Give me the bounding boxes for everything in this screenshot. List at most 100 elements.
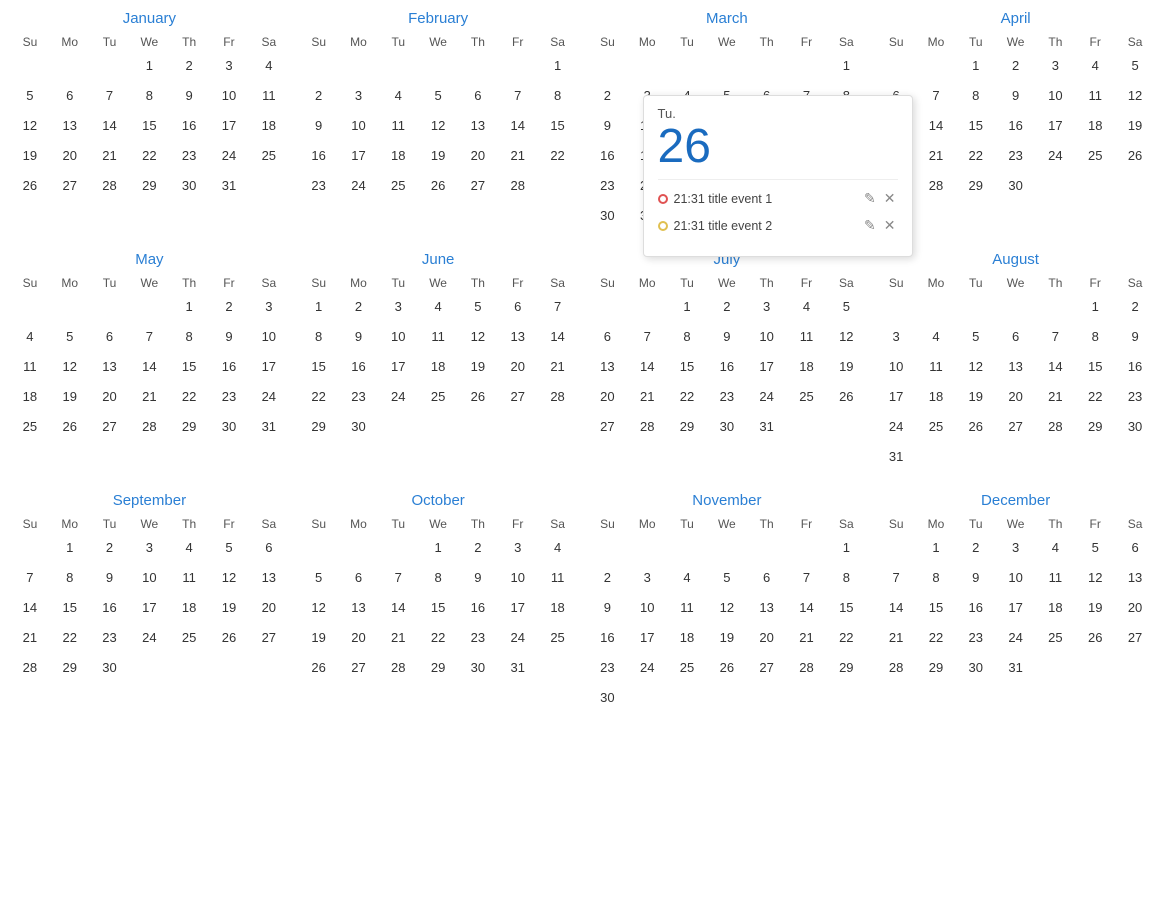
day-cell[interactable]: 16: [209, 352, 249, 382]
day-cell[interactable]: 9: [209, 322, 249, 352]
day-cell[interactable]: 4: [169, 533, 209, 563]
day-cell[interactable]: 8: [418, 563, 458, 593]
day-cell[interactable]: 23: [299, 171, 339, 201]
day-cell[interactable]: 3: [378, 292, 418, 322]
day-cell[interactable]: 24: [209, 141, 249, 171]
day-cell[interactable]: 20: [90, 382, 130, 412]
day-cell[interactable]: 29: [826, 653, 866, 683]
day-cell[interactable]: 26: [826, 382, 866, 412]
day-cell[interactable]: 9: [707, 322, 747, 352]
day-cell[interactable]: 4: [10, 322, 50, 352]
day-cell[interactable]: 1: [826, 533, 866, 563]
edit-event-button-1[interactable]: ✎: [862, 188, 878, 209]
day-cell[interactable]: 7: [90, 81, 130, 111]
day-cell[interactable]: 7: [538, 292, 578, 322]
day-cell[interactable]: 24: [627, 653, 667, 683]
day-cell[interactable]: 4: [916, 322, 956, 352]
day-cell[interactable]: 30: [956, 653, 996, 683]
day-cell[interactable]: 24: [378, 382, 418, 412]
day-cell[interactable]: 3: [996, 533, 1036, 563]
day-cell[interactable]: 15: [418, 593, 458, 623]
day-cell[interactable]: 4: [1036, 533, 1076, 563]
day-cell[interactable]: 25: [538, 623, 578, 653]
day-cell[interactable]: 15: [169, 352, 209, 382]
day-cell[interactable]: 2: [996, 51, 1036, 81]
day-cell[interactable]: 9: [956, 563, 996, 593]
day-cell[interactable]: 13: [458, 111, 498, 141]
edit-event-button-2[interactable]: ✎: [862, 215, 878, 236]
day-cell[interactable]: 1: [1075, 292, 1115, 322]
day-cell[interactable]: 24: [1036, 141, 1076, 171]
day-cell[interactable]: 29: [418, 653, 458, 683]
day-cell[interactable]: 11: [378, 111, 418, 141]
day-cell[interactable]: 14: [90, 111, 130, 141]
day-cell[interactable]: 9: [458, 563, 498, 593]
day-cell[interactable]: 19: [209, 593, 249, 623]
day-cell[interactable]: 2: [169, 51, 209, 81]
day-cell[interactable]: 9: [339, 322, 379, 352]
day-cell[interactable]: 19: [458, 352, 498, 382]
day-cell[interactable]: 4: [787, 292, 827, 322]
day-cell[interactable]: 22: [299, 382, 339, 412]
day-cell[interactable]: 22: [418, 623, 458, 653]
day-cell[interactable]: 20: [1115, 593, 1155, 623]
day-cell[interactable]: 29: [50, 653, 90, 683]
day-cell[interactable]: 7: [1036, 322, 1076, 352]
day-cell[interactable]: 28: [90, 171, 130, 201]
day-cell[interactable]: 9: [996, 81, 1036, 111]
day-cell[interactable]: 26: [1115, 141, 1155, 171]
day-cell[interactable]: 30: [90, 653, 130, 683]
day-cell[interactable]: 9: [1115, 322, 1155, 352]
day-cell[interactable]: 20: [50, 141, 90, 171]
day-cell[interactable]: 7: [129, 322, 169, 352]
day-cell[interactable]: 20: [747, 623, 787, 653]
day-cell[interactable]: 8: [1075, 322, 1115, 352]
day-cell[interactable]: 30: [339, 412, 379, 442]
day-cell[interactable]: 10: [339, 111, 379, 141]
day-cell[interactable]: 23: [339, 382, 379, 412]
day-cell[interactable]: 4: [1075, 51, 1115, 81]
day-cell[interactable]: 17: [498, 593, 538, 623]
day-cell[interactable]: 26: [418, 171, 458, 201]
day-cell[interactable]: 2: [588, 81, 628, 111]
day-cell[interactable]: 14: [378, 593, 418, 623]
day-cell[interactable]: 28: [378, 653, 418, 683]
day-cell[interactable]: 16: [1115, 352, 1155, 382]
day-cell[interactable]: 13: [90, 352, 130, 382]
day-cell[interactable]: 5: [50, 322, 90, 352]
day-cell[interactable]: 30: [707, 412, 747, 442]
day-cell[interactable]: 6: [1115, 533, 1155, 563]
day-cell[interactable]: 14: [787, 593, 827, 623]
day-cell[interactable]: 21: [627, 382, 667, 412]
day-cell[interactable]: 11: [538, 563, 578, 593]
day-cell[interactable]: 5: [299, 563, 339, 593]
day-cell[interactable]: 3: [627, 563, 667, 593]
day-cell[interactable]: 1: [826, 51, 866, 81]
day-cell[interactable]: 10: [209, 81, 249, 111]
day-cell[interactable]: 27: [996, 412, 1036, 442]
day-cell[interactable]: 2: [209, 292, 249, 322]
day-cell[interactable]: 3: [1036, 51, 1076, 81]
day-cell[interactable]: 24: [339, 171, 379, 201]
day-cell[interactable]: 14: [916, 111, 956, 141]
day-cell[interactable]: 10: [747, 322, 787, 352]
day-cell[interactable]: 6: [996, 322, 1036, 352]
day-cell[interactable]: 19: [418, 141, 458, 171]
day-cell[interactable]: 1: [418, 533, 458, 563]
day-cell[interactable]: 31: [498, 653, 538, 683]
day-cell[interactable]: 30: [588, 683, 628, 713]
day-cell[interactable]: 12: [956, 352, 996, 382]
day-cell[interactable]: 9: [169, 81, 209, 111]
day-cell[interactable]: 13: [996, 352, 1036, 382]
day-cell[interactable]: 22: [169, 382, 209, 412]
day-cell[interactable]: 21: [378, 623, 418, 653]
day-cell[interactable]: 6: [50, 81, 90, 111]
day-cell[interactable]: 25: [378, 171, 418, 201]
day-cell[interactable]: 15: [956, 111, 996, 141]
day-cell[interactable]: 22: [956, 141, 996, 171]
day-cell[interactable]: 8: [667, 322, 707, 352]
day-cell[interactable]: 22: [129, 141, 169, 171]
day-cell[interactable]: 8: [50, 563, 90, 593]
day-cell[interactable]: 23: [90, 623, 130, 653]
day-cell[interactable]: 2: [90, 533, 130, 563]
